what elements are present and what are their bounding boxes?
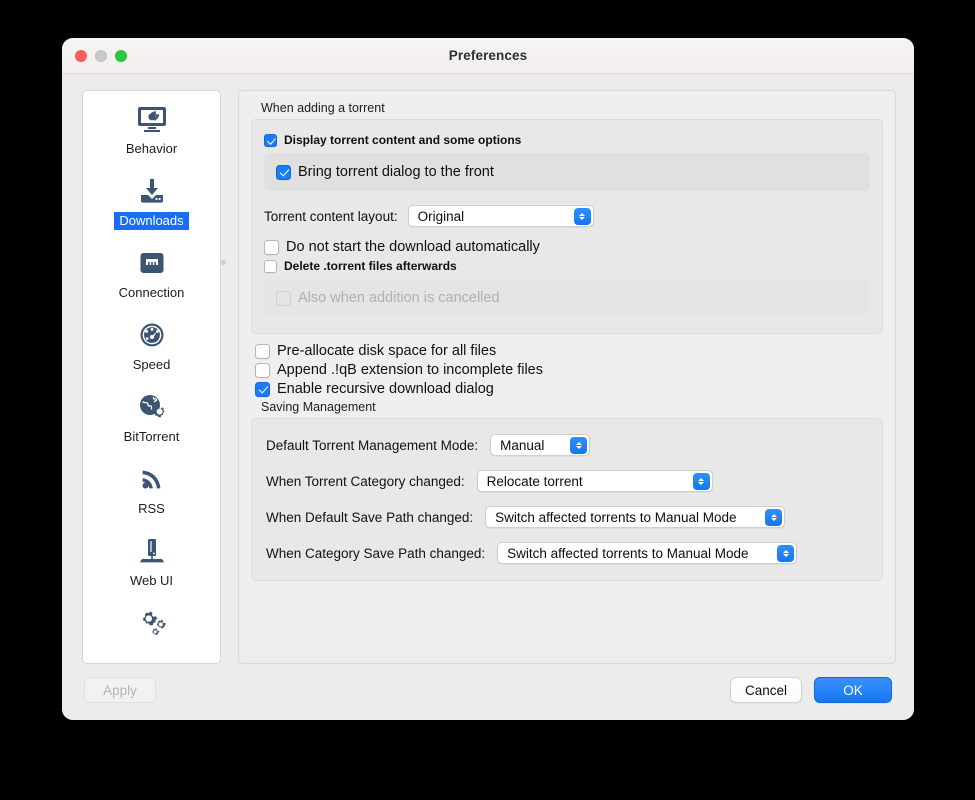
do-not-start-download-checkbox[interactable]: [264, 239, 279, 255]
sidebar-item-connection[interactable]: Connection: [83, 235, 220, 307]
window-title: Preferences: [448, 48, 528, 63]
also-when-cancelled-label: Also when addition is cancelled: [298, 290, 500, 306]
category-save-path-changed-select[interactable]: Switch affected torrents to Manual Mode: [497, 542, 798, 564]
sidebar-item-label: [147, 644, 157, 647]
pre-allocate-disk-space-label: Pre-allocate disk space for all files: [277, 343, 497, 359]
server-rack-icon: [135, 534, 169, 568]
default-tmm-value: Manual: [500, 437, 545, 453]
chevron-updown-icon[interactable]: [692, 473, 710, 490]
default-save-path-changed-value: Switch affected torrents to Manual Mode: [495, 509, 737, 525]
sidebar-item-speed[interactable]: Speed: [83, 307, 220, 379]
sidebar-item-label: Speed: [132, 357, 171, 372]
bring-dialog-front-checkbox[interactable]: [276, 164, 291, 180]
sidebar-item-label: Behavior: [125, 141, 178, 156]
default-tmm-select[interactable]: Manual: [490, 434, 591, 456]
sidebar-item-downloads[interactable]: Downloads: [83, 163, 220, 235]
default-save-path-changed-label: When Default Save Path changed:: [266, 509, 474, 525]
display-torrent-content-label: Display torrent content and some options: [284, 133, 522, 147]
default-tmm-row: Default Torrent Management Mode: Manual: [266, 434, 868, 456]
speedometer-icon: [135, 318, 169, 352]
default-tmm-label: Default Torrent Management Mode:: [266, 437, 479, 453]
default-save-path-changed-row: When Default Save Path changed: Switch a…: [266, 506, 868, 528]
monitor-gear-icon: [135, 102, 169, 136]
group-title-when-adding: When adding a torrent: [261, 101, 385, 115]
also-when-cancelled-panel: Also when addition is cancelled: [264, 279, 870, 317]
torrent-content-layout-label: Torrent content layout:: [264, 208, 398, 224]
globe-gear-icon: [135, 390, 169, 424]
sidebar-item-rss[interactable]: RSS: [83, 451, 220, 523]
display-torrent-content-row[interactable]: Display torrent content and some options: [264, 133, 870, 147]
torrent-category-changed-row: When Torrent Category changed: Relocate …: [266, 470, 868, 492]
do-not-start-download-row[interactable]: Do not start the download automatically: [264, 239, 870, 255]
sidebar-item-label: BitTorrent: [123, 429, 180, 444]
append-qb-extension-checkbox[interactable]: [255, 362, 270, 378]
torrent-content-layout-row: Torrent content layout: Original: [264, 205, 870, 227]
torrent-content-layout-select[interactable]: Original: [407, 205, 594, 227]
also-when-cancelled-checkbox: [276, 290, 291, 306]
bring-dialog-front-row[interactable]: Bring torrent dialog to the front: [276, 164, 858, 180]
preferences-sidebar: Behavior Downloads Connection Speed BitT…: [82, 90, 221, 664]
group-title-saving-management: Saving Management: [261, 400, 376, 414]
append-qb-extension-label: Append .!qB extension to incomplete file…: [277, 362, 543, 378]
sidebar-item-bittorrent[interactable]: BitTorrent: [83, 379, 220, 451]
dialog-footer: Apply Cancel OK: [62, 664, 914, 720]
window-titlebar: Preferences: [62, 38, 914, 74]
downloads-settings-panel: When adding a torrent Display torrent co…: [238, 90, 896, 664]
sidebar-item-label: RSS: [138, 501, 165, 516]
chevron-updown-icon[interactable]: [765, 509, 783, 526]
preferences-body: Behavior Downloads Connection Speed BitT…: [62, 74, 914, 664]
apply-button[interactable]: Apply: [84, 677, 156, 703]
enable-recursive-dialog-checkbox[interactable]: [255, 381, 270, 397]
when-adding-torrent-group: When adding a torrent Display torrent co…: [251, 101, 883, 334]
ok-button[interactable]: OK: [814, 677, 892, 703]
chevron-updown-icon[interactable]: [573, 208, 591, 225]
category-save-path-changed-label: When Category Save Path changed:: [266, 545, 486, 561]
do-not-start-download-label: Do not start the download automatically: [286, 239, 540, 255]
also-when-cancelled-row: Also when addition is cancelled: [276, 290, 858, 306]
sidebar-item-behavior[interactable]: Behavior: [83, 91, 220, 163]
preferences-window: Preferences Behavior Downloads Connectio…: [62, 38, 914, 720]
delete-torrent-files-label: Delete .torrent files afterwards: [284, 259, 457, 273]
cancel-button[interactable]: Cancel: [729, 677, 802, 703]
close-window-button[interactable]: [75, 49, 87, 62]
category-save-path-changed-row: When Category Save Path changed: Switch …: [266, 542, 868, 564]
bring-dialog-front-label: Bring torrent dialog to the front: [298, 164, 494, 180]
pre-allocate-disk-space-checkbox[interactable]: [255, 343, 270, 359]
append-qb-extension-row[interactable]: Append .!qB extension to incomplete file…: [255, 362, 883, 378]
category-save-path-changed-value: Switch affected torrents to Manual Mode: [507, 545, 749, 561]
torrent-category-changed-value: Relocate torrent: [486, 473, 583, 489]
torrent-content-layout-value: Original: [417, 208, 465, 224]
enable-recursive-dialog-row[interactable]: Enable recursive download dialog: [255, 381, 883, 397]
saving-management-box: Default Torrent Management Mode: Manual …: [251, 418, 883, 581]
traffic-light-buttons: [75, 49, 127, 62]
enable-recursive-dialog-label: Enable recursive download dialog: [277, 381, 494, 397]
sidebar-item-label: Connection: [118, 285, 185, 300]
splitter-grip[interactable]: [221, 260, 226, 265]
ethernet-port-icon: [135, 246, 169, 280]
torrent-category-changed-label: When Torrent Category changed:: [266, 473, 465, 489]
minimize-window-button[interactable]: [95, 49, 107, 62]
standalone-options: Pre-allocate disk space for all files Ap…: [251, 336, 883, 397]
zoom-window-button[interactable]: [115, 49, 127, 62]
sidebar-item-advanced[interactable]: [83, 595, 220, 652]
when-adding-torrent-box: Display torrent content and some options…: [251, 119, 883, 334]
delete-torrent-files-checkbox[interactable]: [264, 259, 277, 273]
torrent-category-changed-select[interactable]: Relocate torrent: [476, 470, 713, 492]
chevron-updown-icon[interactable]: [777, 545, 795, 562]
sidebar-item-web-ui[interactable]: Web UI: [83, 523, 220, 595]
download-arrow-icon: [135, 174, 169, 208]
gears-icon: [135, 606, 169, 640]
rss-waves-icon: [135, 462, 169, 496]
delete-torrent-files-row[interactable]: Delete .torrent files afterwards: [264, 259, 870, 273]
default-save-path-changed-select[interactable]: Switch affected torrents to Manual Mode: [485, 506, 786, 528]
pre-allocate-disk-space-row[interactable]: Pre-allocate disk space for all files: [255, 343, 883, 359]
bring-dialog-front-panel: Bring torrent dialog to the front: [264, 153, 870, 191]
sidebar-splitter[interactable]: [221, 196, 226, 346]
saving-management-group: Saving Management Default Torrent Manage…: [251, 400, 883, 581]
chevron-updown-icon[interactable]: [570, 437, 588, 454]
sidebar-item-label: Web UI: [129, 573, 174, 588]
display-torrent-content-checkbox[interactable]: [264, 133, 277, 147]
sidebar-item-label: Downloads: [114, 212, 189, 230]
